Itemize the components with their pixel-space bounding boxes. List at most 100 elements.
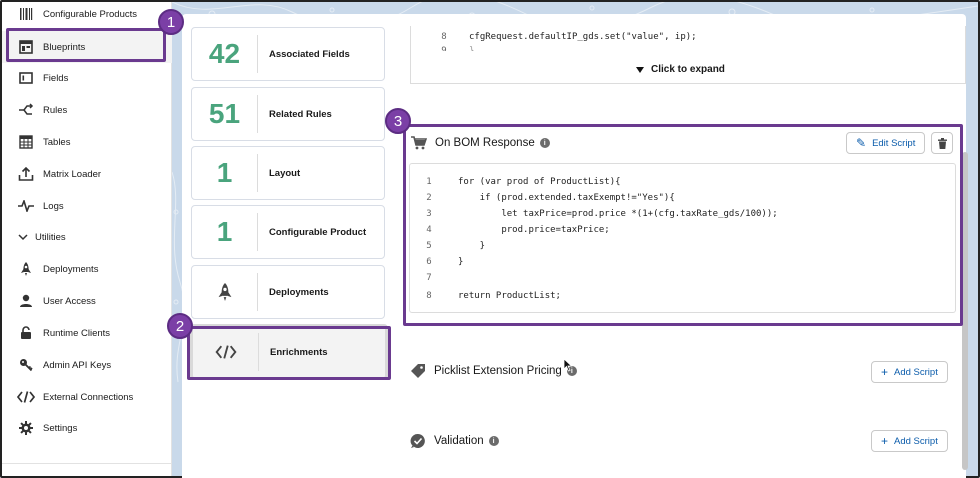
sidebar-item-utilities[interactable]: Utilities [2,221,172,253]
line-number: 1 [426,177,432,187]
sidebar-item-label: User Access [43,295,96,307]
code-line: 9} [425,46,474,51]
card-associated-fields[interactable]: 42 Associated Fields [191,27,385,81]
step-badge-2: 2 [167,313,193,339]
card-enrichments[interactable]: Enrichments [190,324,388,380]
code-line: 4 prod.price=taxPrice; [410,222,609,238]
sidebar-item-configurable-products[interactable]: Configurable Products [2,0,172,30]
card-configurable-product[interactable]: 1 Configurable Product [191,205,385,259]
code-line: 2 if (prod.extended.taxExempt!="Yes"){ [410,190,675,206]
edit-script-button[interactable]: ✎ Edit Script [846,132,926,154]
code-text: } [469,46,475,51]
sidebar-item-rules[interactable]: Rules [2,94,172,126]
line-number: 7 [426,273,432,283]
info-icon[interactable]: i [488,436,499,446]
sidebar-item-label: Rules [43,104,68,116]
sidebar-item-deployments[interactable]: Deployments [2,253,172,285]
add-script-button-validation[interactable]: + Add Script [871,430,948,452]
sidebar-item-blueprints[interactable]: Blueprints [2,31,172,63]
sidebar-divider [2,463,172,464]
code-line: 1 for (var prod of ProductList){ [410,174,621,190]
code-line: 8 return ProductList; [410,288,561,304]
code-text: if (prod.extended.taxExempt!="Yes"){ [458,193,675,203]
sidebar-item-label: Tables [43,136,71,148]
check-circle-icon [410,433,426,449]
caret-down-icon [636,66,644,73]
upload-icon [17,165,35,183]
pulse-icon [17,197,35,215]
bom-response-section: On BOM Response i ✎ Edit Script 1 for (va… [409,130,961,320]
chevron-down-icon [17,228,29,246]
card-label: Enrichments [270,346,328,358]
badge-number: 3 [393,112,403,130]
badge-number: 2 [175,317,185,335]
info-icon[interactable]: i [539,138,550,148]
sidebar-item-label: Deployments [43,263,99,275]
card-layout[interactable]: 1 Layout [191,146,385,200]
sidebar-item-runtime-clients[interactable]: Runtime Clients [2,317,172,349]
sidebar-item-admin-api-keys[interactable]: Admin API Keys [2,349,172,381]
card-label: Configurable Product [269,226,367,238]
card-value: 51 [208,98,241,129]
sidebar-item-label: Runtime Clients [43,327,111,339]
card-label: Associated Fields [269,48,350,60]
sidebar-item-label: Settings [43,422,78,434]
code-line: 6} [410,254,463,270]
validation-section: Validation i [410,433,499,449]
code-text: return ProductList; [458,291,561,301]
sidebar-item-user-access[interactable]: User Access [2,285,172,317]
expand-label: Click to expand [651,64,725,75]
code-text: for (var prod of ProductList){ [458,177,621,187]
pencil-icon: ✎ [856,136,867,150]
sidebar-item-label: Admin API Keys [43,359,112,371]
delete-script-button[interactable] [931,132,953,154]
rocket-icon [192,281,257,303]
step-badge-3: 3 [385,108,411,134]
line-number: 8 [426,291,432,301]
line-number: 6 [426,257,432,267]
code-text: } [458,257,464,267]
card-related-rules[interactable]: 51 Related Rules [191,87,385,141]
code-line: 3 let taxPrice=prod.price *(1+(cfg.taxRa… [410,206,777,222]
sidebar-item-tables[interactable]: Tables [2,126,172,158]
rocket-icon [17,260,35,278]
key-icon [17,356,35,374]
sidebar-item-label: Fields [43,72,69,84]
rules-icon [17,101,35,119]
sidebar-item-matrix-loader[interactable]: Matrix Loader [2,158,172,190]
section-title: Validation [434,435,484,447]
line-number: 4 [426,225,432,235]
sidebar-item-label: Configurable Products [43,8,137,20]
line-number: 9 [441,46,447,51]
sidebar-item-label: External Connections [43,391,134,403]
sidebar-item-settings[interactable]: Settings [2,412,172,444]
card-label: Deployments [269,286,329,298]
section-title: Picklist Extension Pricing [434,365,562,377]
code-text: cfgRequest.defaultIP_gds.set("value", ip… [469,32,697,42]
code-editor[interactable]: 1 for (var prod of ProductList){ 2 if (pr… [409,163,956,313]
sidebar-item-logs[interactable]: Logs [2,190,172,222]
scrollbar[interactable] [962,152,968,470]
sidebar-item-label: Utilities [35,231,66,243]
card-label: Related Rules [269,108,332,120]
card-value: 1 [216,157,233,188]
cart-icon [411,136,427,150]
sidebar-item-label: Logs [43,200,64,212]
sidebar-item-external-connections[interactable]: External Connections [2,381,172,413]
line-number: 5 [426,241,432,251]
expand-toggle[interactable]: Click to expand [636,64,725,75]
lock-icon [17,324,35,342]
card-value: 42 [208,38,241,69]
card-value: 1 [216,216,233,247]
section-title: On BOM Response [435,137,535,149]
gear-icon [17,419,35,437]
button-label: Edit Script [872,137,916,149]
sidebar-item-fields[interactable]: Fields [2,62,172,94]
card-deployments[interactable]: Deployments [191,265,385,319]
add-script-button-picklist[interactable]: + Add Script [871,361,948,383]
sidebar-item-label: Matrix Loader [43,168,102,180]
blueprint-icon [17,38,35,56]
code-line: 5 } [410,238,485,254]
card-label: Layout [269,167,301,179]
code-line: 8 cfgRequest.defaultIP_gds.set("value", i… [425,32,697,42]
